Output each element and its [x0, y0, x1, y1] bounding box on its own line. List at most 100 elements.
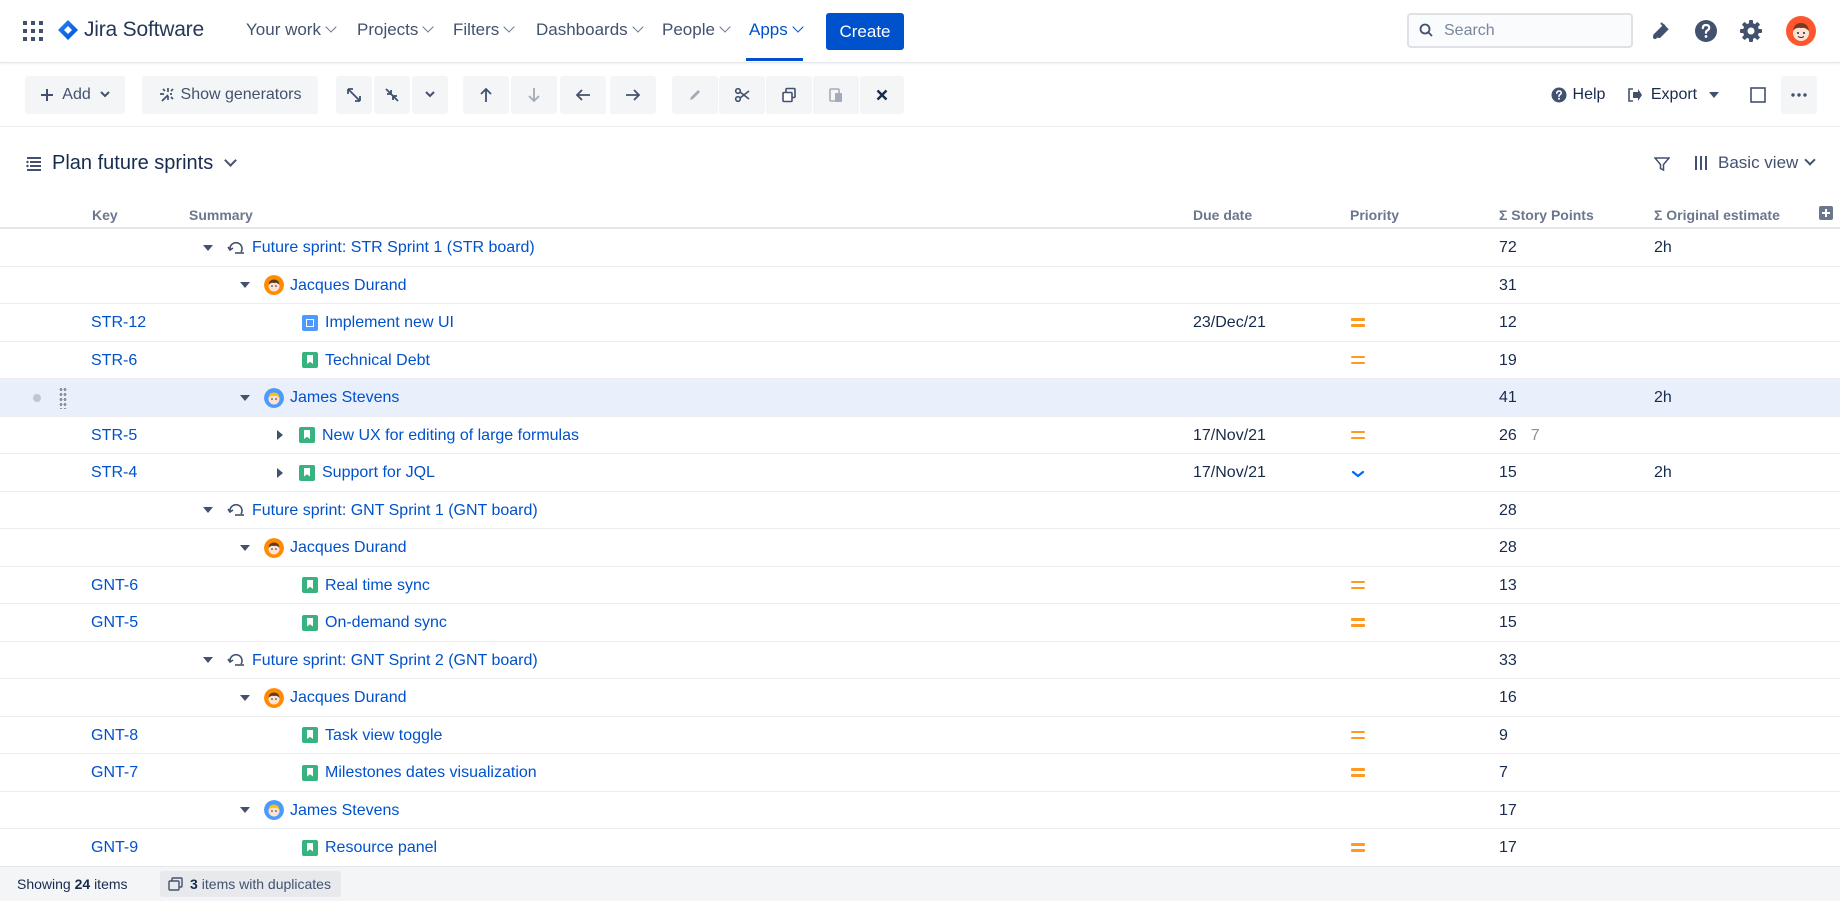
- summary-text[interactable]: Jacques Durand: [290, 679, 407, 716]
- filter-icon[interactable]: [1654, 156, 1670, 172]
- view-selector[interactable]: Basic view: [1694, 153, 1816, 173]
- summary-cell: Real time sync: [302, 567, 430, 604]
- column-priority[interactable]: Priority: [1350, 207, 1399, 223]
- nav-projects[interactable]: Projects: [357, 20, 435, 40]
- edit-button[interactable]: [672, 76, 718, 114]
- nav-apps[interactable]: Apps: [749, 20, 804, 40]
- help-button[interactable]: Help: [1528, 76, 1628, 114]
- expand-options-button[interactable]: [412, 76, 448, 114]
- table-row[interactable]: GNT-8 Task view toggle 9: [0, 717, 1840, 754]
- issue-key[interactable]: STR-4: [91, 454, 137, 491]
- copy-button[interactable]: [766, 76, 812, 114]
- assignee-group-row[interactable]: Jacques Durand 28: [0, 529, 1840, 567]
- plan-title[interactable]: Plan future sprints: [26, 152, 238, 175]
- duplicates-button[interactable]: 3 items with duplicates: [160, 871, 341, 897]
- summary-text[interactable]: Future sprint: STR Sprint 1 (STR board): [252, 229, 535, 266]
- table-row[interactable]: GNT-9 Resource panel 17: [0, 829, 1840, 867]
- table-row[interactable]: STR-5 New UX for editing of large formula…: [0, 417, 1840, 454]
- drag-handle-icon[interactable]: [59, 387, 67, 409]
- expand-caret-icon[interactable]: [277, 430, 283, 440]
- column-due-date[interactable]: Due date: [1193, 207, 1252, 223]
- table-row[interactable]: GNT-5 On-demand sync 15: [0, 604, 1840, 642]
- issue-key[interactable]: STR-12: [91, 304, 146, 341]
- show-generators-button[interactable]: Show generators: [142, 76, 318, 114]
- collapse-caret-icon[interactable]: [240, 394, 250, 401]
- table-row[interactable]: GNT-7 Milestones dates visualization 7: [0, 754, 1840, 792]
- collapse-caret-icon[interactable]: [203, 657, 213, 663]
- summary-text[interactable]: Support for JQL: [322, 454, 435, 491]
- export-button[interactable]: Export: [1620, 76, 1726, 114]
- story-points-value: 19: [1499, 351, 1517, 369]
- add-button[interactable]: Add: [25, 76, 125, 114]
- remove-button[interactable]: [860, 76, 904, 114]
- settings-gear-icon[interactable]: [1738, 18, 1764, 44]
- table-row[interactable]: STR-12 Implement new UI 23/Dec/21 12: [0, 304, 1840, 342]
- nav-filters[interactable]: Filters: [453, 20, 515, 40]
- assignee-group-row[interactable]: James Stevens 17: [0, 792, 1840, 829]
- table-row[interactable]: STR-4 Support for JQL 17/Nov/21 15 2h: [0, 454, 1840, 492]
- summary-text[interactable]: Future sprint: GNT Sprint 2 (GNT board): [252, 642, 538, 679]
- issue-key[interactable]: STR-6: [91, 342, 137, 379]
- summary-text[interactable]: On-demand sync: [325, 604, 447, 641]
- collapse-caret-icon[interactable]: [203, 507, 213, 513]
- collapse-caret-icon[interactable]: [240, 807, 250, 813]
- nav-your-work[interactable]: Your work: [246, 20, 337, 40]
- summary-text[interactable]: Technical Debt: [325, 342, 430, 379]
- create-button[interactable]: Create: [826, 13, 904, 50]
- toggle-panel-button[interactable]: [1740, 76, 1776, 114]
- issue-key[interactable]: GNT-7: [91, 754, 138, 791]
- expand-caret-icon[interactable]: [277, 467, 283, 478]
- sprint-group-row[interactable]: Future sprint: STR Sprint 1 (STR board) 7…: [0, 229, 1840, 267]
- row-select-dot[interactable]: [33, 394, 41, 402]
- issue-key[interactable]: GNT-5: [91, 604, 138, 641]
- move-down-button[interactable]: [511, 76, 557, 114]
- collapse-all-button[interactable]: [374, 76, 410, 114]
- cut-button[interactable]: [719, 76, 765, 114]
- collapse-caret-icon[interactable]: [240, 544, 250, 551]
- paste-button[interactable]: [813, 76, 859, 114]
- summary-text[interactable]: Milestones dates visualization: [325, 754, 537, 791]
- notifications-icon[interactable]: [1647, 18, 1673, 44]
- summary-text[interactable]: New UX for editing of large formulas: [322, 417, 579, 454]
- summary-text[interactable]: James Stevens: [290, 379, 399, 416]
- indent-button[interactable]: [610, 76, 656, 114]
- table-row[interactable]: STR-6 Technical Debt 19: [0, 342, 1840, 379]
- nav-people[interactable]: People: [662, 20, 731, 40]
- summary-text[interactable]: Implement new UI: [325, 304, 454, 341]
- move-up-button[interactable]: [463, 76, 509, 114]
- summary-text[interactable]: Real time sync: [325, 567, 430, 604]
- summary-text[interactable]: Future sprint: GNT Sprint 1 (GNT board): [252, 492, 538, 529]
- column-original-estimate[interactable]: Σ Original estimate: [1654, 207, 1780, 223]
- collapse-caret-icon[interactable]: [203, 244, 213, 251]
- issue-key[interactable]: GNT-9: [91, 829, 138, 866]
- user-avatar[interactable]: [1786, 16, 1816, 46]
- issue-key[interactable]: GNT-8: [91, 717, 138, 754]
- expand-all-button[interactable]: [336, 76, 372, 114]
- summary-text[interactable]: Jacques Durand: [290, 529, 407, 566]
- search-input[interactable]: Search: [1407, 13, 1633, 48]
- summary-text[interactable]: James Stevens: [290, 792, 399, 829]
- issue-key[interactable]: STR-5: [91, 417, 137, 454]
- nav-dashboards[interactable]: Dashboards: [536, 20, 644, 40]
- more-options-button[interactable]: [1781, 76, 1817, 114]
- table-row[interactable]: GNT-6 Real time sync 13: [0, 567, 1840, 604]
- assignee-group-row[interactable]: Jacques Durand 16: [0, 679, 1840, 717]
- assignee-group-row[interactable]: James Stevens 41 2h: [0, 379, 1840, 417]
- sprint-group-row[interactable]: Future sprint: GNT Sprint 1 (GNT board) 2…: [0, 492, 1840, 529]
- assignee-group-row[interactable]: Jacques Durand 31: [0, 267, 1840, 304]
- summary-text[interactable]: Task view toggle: [325, 717, 442, 754]
- summary-text[interactable]: Jacques Durand: [290, 267, 407, 304]
- issue-key[interactable]: GNT-6: [91, 567, 138, 604]
- help-icon[interactable]: [1693, 18, 1719, 44]
- collapse-caret-icon[interactable]: [240, 282, 250, 288]
- column-story-points[interactable]: Σ Story Points: [1499, 207, 1594, 223]
- column-key[interactable]: Key: [92, 207, 118, 223]
- collapse-caret-icon[interactable]: [240, 694, 250, 701]
- column-summary[interactable]: Summary: [189, 207, 253, 223]
- sprint-group-row[interactable]: Future sprint: GNT Sprint 2 (GNT board) 3…: [0, 642, 1840, 679]
- summary-text[interactable]: Resource panel: [325, 829, 437, 866]
- outdent-button[interactable]: [560, 76, 606, 114]
- app-switcher-icon[interactable]: [23, 21, 43, 41]
- add-column-icon[interactable]: [1819, 206, 1833, 220]
- jira-logo[interactable]: Jira Software: [57, 18, 204, 42]
